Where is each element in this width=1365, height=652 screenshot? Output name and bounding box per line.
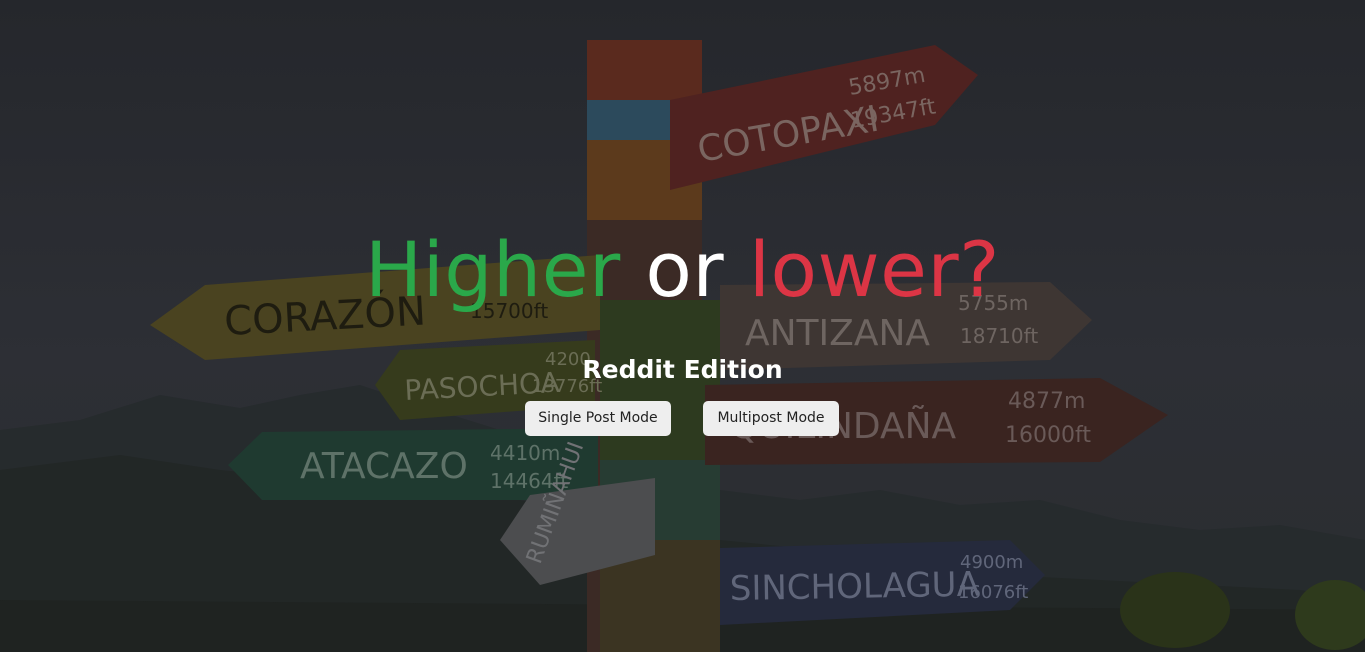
page-title: Higher or lower? [0, 222, 1365, 318]
hero: Higher or lower? Reddit Edition Single P… [0, 0, 1365, 652]
multipost-mode-button[interactable]: Multipost Mode [703, 401, 839, 436]
single-post-mode-button[interactable]: Single Post Mode [525, 401, 671, 436]
title-higher: Higher [365, 225, 621, 314]
title-or: or [645, 225, 725, 314]
page: CORAZÓN 15700ft COTOPAXI 5897m 19347ft A… [0, 0, 1365, 652]
page-subtitle: Reddit Edition [582, 355, 783, 384]
title-lower: lower? [748, 225, 1000, 314]
